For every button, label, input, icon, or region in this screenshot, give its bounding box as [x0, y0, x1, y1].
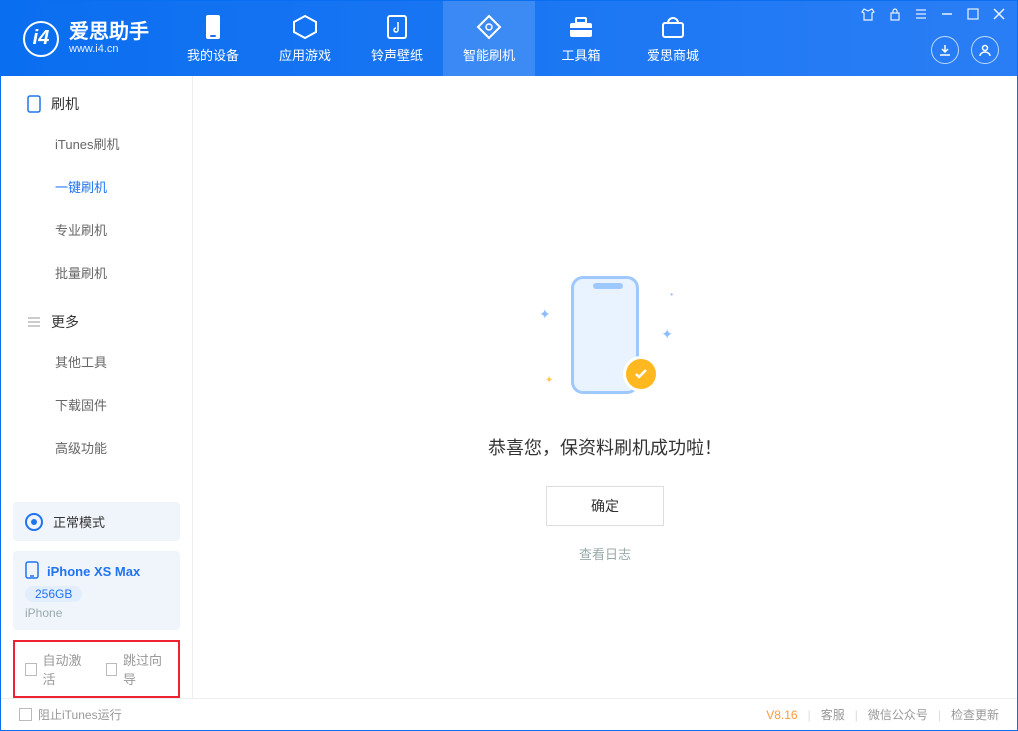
device-card[interactable]: iPhone XS Max 256GB iPhone [13, 551, 180, 630]
app-title: 爱思助手 [69, 21, 149, 43]
sidebar-item-oneclick-flash[interactable]: 一键刷机 [1, 165, 192, 208]
download-button[interactable] [931, 36, 959, 64]
mode-icon [25, 513, 43, 531]
confirm-button[interactable]: 确定 [546, 486, 664, 526]
nav-apps[interactable]: 应用游戏 [259, 1, 351, 76]
sparkle-icon: ✦ [539, 306, 551, 323]
sparkle-icon: ✦ [661, 326, 673, 343]
sidebar-group-more: 更多 [1, 294, 192, 340]
sidebar-item-itunes-flash[interactable]: iTunes刷机 [1, 122, 192, 165]
nav-flash[interactable]: 智能刷机 [443, 1, 535, 76]
minimize-button[interactable] [941, 8, 953, 23]
check-badge-icon [623, 356, 659, 392]
flash-icon [476, 13, 502, 41]
auto-activate-checkbox[interactable]: 自动激活 [25, 650, 88, 688]
block-itunes-checkbox[interactable]: 阻止iTunes运行 [19, 706, 122, 723]
maximize-button[interactable] [967, 8, 979, 23]
window-controls [861, 7, 1005, 24]
lock-icon[interactable] [889, 7, 901, 24]
logo-icon: i4 [23, 21, 59, 57]
top-nav: 我的设备 应用游戏 铃声壁纸 智能刷机 工具箱 [167, 1, 719, 76]
footer-link-support[interactable]: 客服 [821, 706, 845, 723]
device-icon [202, 13, 224, 41]
mode-indicator[interactable]: 正常模式 [13, 502, 180, 541]
apps-icon [292, 13, 318, 41]
sparkle-icon: • [670, 290, 673, 299]
view-log-link[interactable]: 查看日志 [579, 544, 631, 563]
skip-guide-checkbox[interactable]: 跳过向导 [106, 650, 169, 688]
device-name: iPhone XS Max [47, 564, 140, 579]
sidebar-item-advanced[interactable]: 高级功能 [1, 426, 192, 469]
version-label: V8.16 [766, 708, 797, 722]
nav-ringtones[interactable]: 铃声壁纸 [351, 1, 443, 76]
phone-icon [25, 561, 39, 582]
mode-label: 正常模式 [53, 512, 105, 531]
success-illustration: ✦ ✦ ✦ • [535, 276, 675, 406]
sidebar: 刷机 iTunes刷机 一键刷机 专业刷机 批量刷机 更多 其他工具 下载固件 … [1, 76, 193, 698]
device-type: iPhone [25, 606, 168, 620]
header-right [861, 1, 1017, 76]
store-icon [660, 13, 686, 41]
sparkle-icon: ✦ [545, 375, 553, 386]
list-icon [27, 315, 41, 329]
sidebar-item-other-tools[interactable]: 其他工具 [1, 340, 192, 383]
app-subtitle: www.i4.cn [69, 43, 149, 55]
nav-toolbox[interactable]: 工具箱 [535, 1, 627, 76]
menu-icon[interactable] [915, 8, 927, 23]
sidebar-item-batch-flash[interactable]: 批量刷机 [1, 251, 192, 294]
main-panel: ✦ ✦ ✦ • 恭喜您，保资料刷机成功啦！ 确定 查看日志 [193, 76, 1017, 698]
device-storage: 256GB [25, 586, 82, 602]
user-button[interactable] [971, 36, 999, 64]
phone-outline-icon [27, 95, 41, 113]
nav-my-device[interactable]: 我的设备 [167, 1, 259, 76]
sidebar-group-flash: 刷机 [1, 76, 192, 122]
close-button[interactable] [993, 8, 1005, 23]
footer-link-update[interactable]: 检查更新 [951, 706, 999, 723]
sidebar-item-download-firmware[interactable]: 下载固件 [1, 383, 192, 426]
shirt-icon[interactable] [861, 7, 875, 24]
footer-link-wechat[interactable]: 微信公众号 [868, 706, 928, 723]
sidebar-item-pro-flash[interactable]: 专业刷机 [1, 208, 192, 251]
logo: i4 爱思助手 www.i4.cn [1, 1, 167, 76]
nav-store[interactable]: 爱思商城 [627, 1, 719, 76]
music-icon [385, 13, 409, 41]
app-header: i4 爱思助手 www.i4.cn 我的设备 应用游戏 铃声壁纸 [1, 1, 1017, 76]
highlighted-checkbox-row: 自动激活 跳过向导 [13, 640, 180, 698]
status-bar: 阻止iTunes运行 V8.16 | 客服 | 微信公众号 | 检查更新 [1, 698, 1017, 730]
toolbox-icon [568, 13, 594, 41]
success-message: 恭喜您，保资料刷机成功啦！ [488, 434, 722, 460]
